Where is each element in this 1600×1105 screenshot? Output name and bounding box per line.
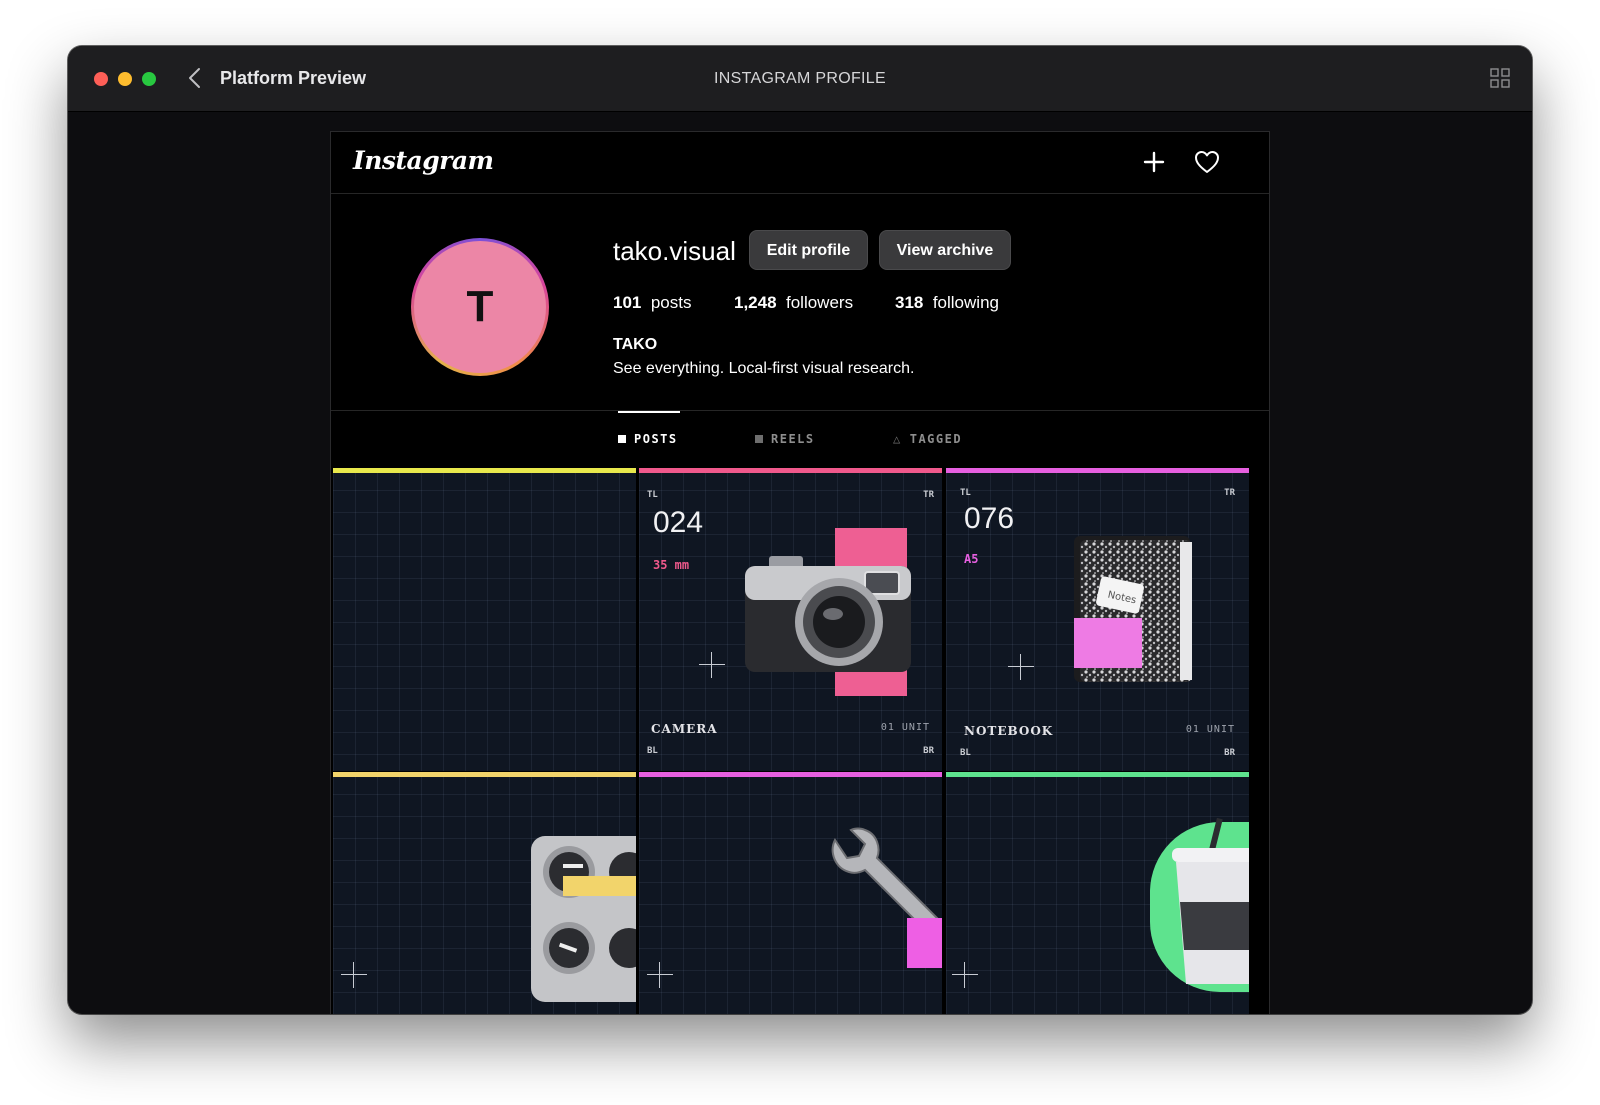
corner-label-tl: TL (647, 490, 658, 500)
control-panel-accent-block (563, 876, 636, 896)
grid-icon (618, 435, 626, 443)
following-stat[interactable]: 318 following (895, 293, 999, 313)
reels-icon (755, 435, 763, 443)
tag-icon: △ (893, 432, 902, 446)
post-accent-bar (639, 772, 942, 777)
post-tile-wrench[interactable] (639, 772, 942, 1014)
followers-label: followers (786, 293, 854, 312)
corner-label-tr: TR (1224, 488, 1235, 498)
post-accent-bar (639, 468, 942, 473)
avatar-letter: T (414, 241, 546, 373)
crosshair-icon (952, 962, 978, 988)
post-unit: 01 UNIT (880, 722, 930, 733)
view-archive-button[interactable]: View archive (879, 230, 1011, 270)
following-count: 318 (895, 293, 924, 312)
cup-illustration (1172, 818, 1249, 984)
post-accent-bar (946, 468, 1249, 473)
instagram-logo[interactable]: Instagram (353, 146, 494, 175)
camera-illustration (745, 556, 911, 672)
post-accent-bar (333, 772, 636, 777)
title-bar: Platform Preview INSTAGRAM PROFILE (68, 46, 1532, 112)
posts-count: 101 (613, 293, 642, 312)
corner-label-br: BR (923, 746, 934, 756)
edit-profile-button[interactable]: Edit profile (749, 230, 868, 270)
instagram-preview-frame: Instagram T tako.visual Edit profile Vie… (330, 131, 1270, 1014)
post-tile-cup[interactable] (946, 772, 1249, 1014)
bio: See everything. Local-first visual resea… (613, 360, 915, 377)
crosshair-icon (1008, 654, 1034, 680)
plus-icon[interactable] (1141, 149, 1167, 175)
crosshair-icon (341, 962, 367, 988)
post-sublabel: 35 mm (653, 558, 690, 572)
post-number: 076 (964, 502, 1015, 535)
window-title: INSTAGRAM PROFILE (714, 70, 886, 87)
corner-label-tr: TR (923, 490, 934, 500)
post-accent-bar (946, 772, 1249, 777)
post-tile-knobs[interactable] (333, 772, 636, 1014)
post-accent-bar (333, 468, 636, 473)
tab-reels[interactable]: REELS (755, 411, 815, 469)
control-panel-illustration (531, 836, 636, 1002)
grid-view-icon[interactable] (1490, 68, 1510, 88)
post-caption: CAMERA (651, 722, 718, 736)
post-number: 024 (653, 506, 704, 539)
instagram-header: Instagram (331, 132, 1269, 194)
corner-label-bl: BL (647, 746, 658, 756)
posts-label: posts (650, 293, 692, 312)
post-caption: NOTEBOOK (964, 724, 1054, 738)
crosshair-icon (699, 652, 725, 678)
profile-tabs: POSTS REELS △ TAGGED (331, 410, 1269, 468)
heart-icon[interactable] (1193, 148, 1221, 176)
tab-posts[interactable]: POSTS (618, 411, 680, 469)
app-window: Platform Preview INSTAGRAM PROFILE Insta… (68, 46, 1532, 1014)
following-label: following (932, 293, 999, 312)
posts-stat[interactable]: 101 posts (613, 293, 691, 313)
post-sublabel: A5 (964, 552, 979, 566)
username: tako.visual (613, 236, 736, 266)
tab-tagged-label: TAGGED (909, 432, 963, 446)
corner-label-br: BR (1224, 748, 1235, 758)
crosshair-icon (647, 962, 673, 988)
followers-count: 1,248 (734, 293, 777, 312)
followers-stat[interactable]: 1,248 followers (734, 293, 853, 313)
post-tile-notebook[interactable]: TL TR 076 A5 Notes NOTEBOOK 01 UNIT BL B… (946, 468, 1249, 771)
corner-label-tl: TL (960, 488, 971, 498)
post-tile-camera[interactable]: TL TR 024 35 mm CAMERA 01 UNIT BL BR (639, 468, 942, 771)
wrench-accent-block (907, 918, 942, 968)
notebook-accent-block (1074, 618, 1142, 668)
tab-tagged[interactable]: △ TAGGED (893, 411, 962, 469)
corner-label-bl: BL (960, 748, 971, 758)
tab-posts-label: POSTS (634, 432, 678, 446)
post-unit: 01 UNIT (1185, 724, 1235, 735)
tab-reels-label: REELS (771, 432, 815, 446)
post-tile[interactable] (333, 468, 636, 771)
avatar[interactable]: T (411, 238, 549, 376)
display-name: TAKO (613, 336, 658, 353)
